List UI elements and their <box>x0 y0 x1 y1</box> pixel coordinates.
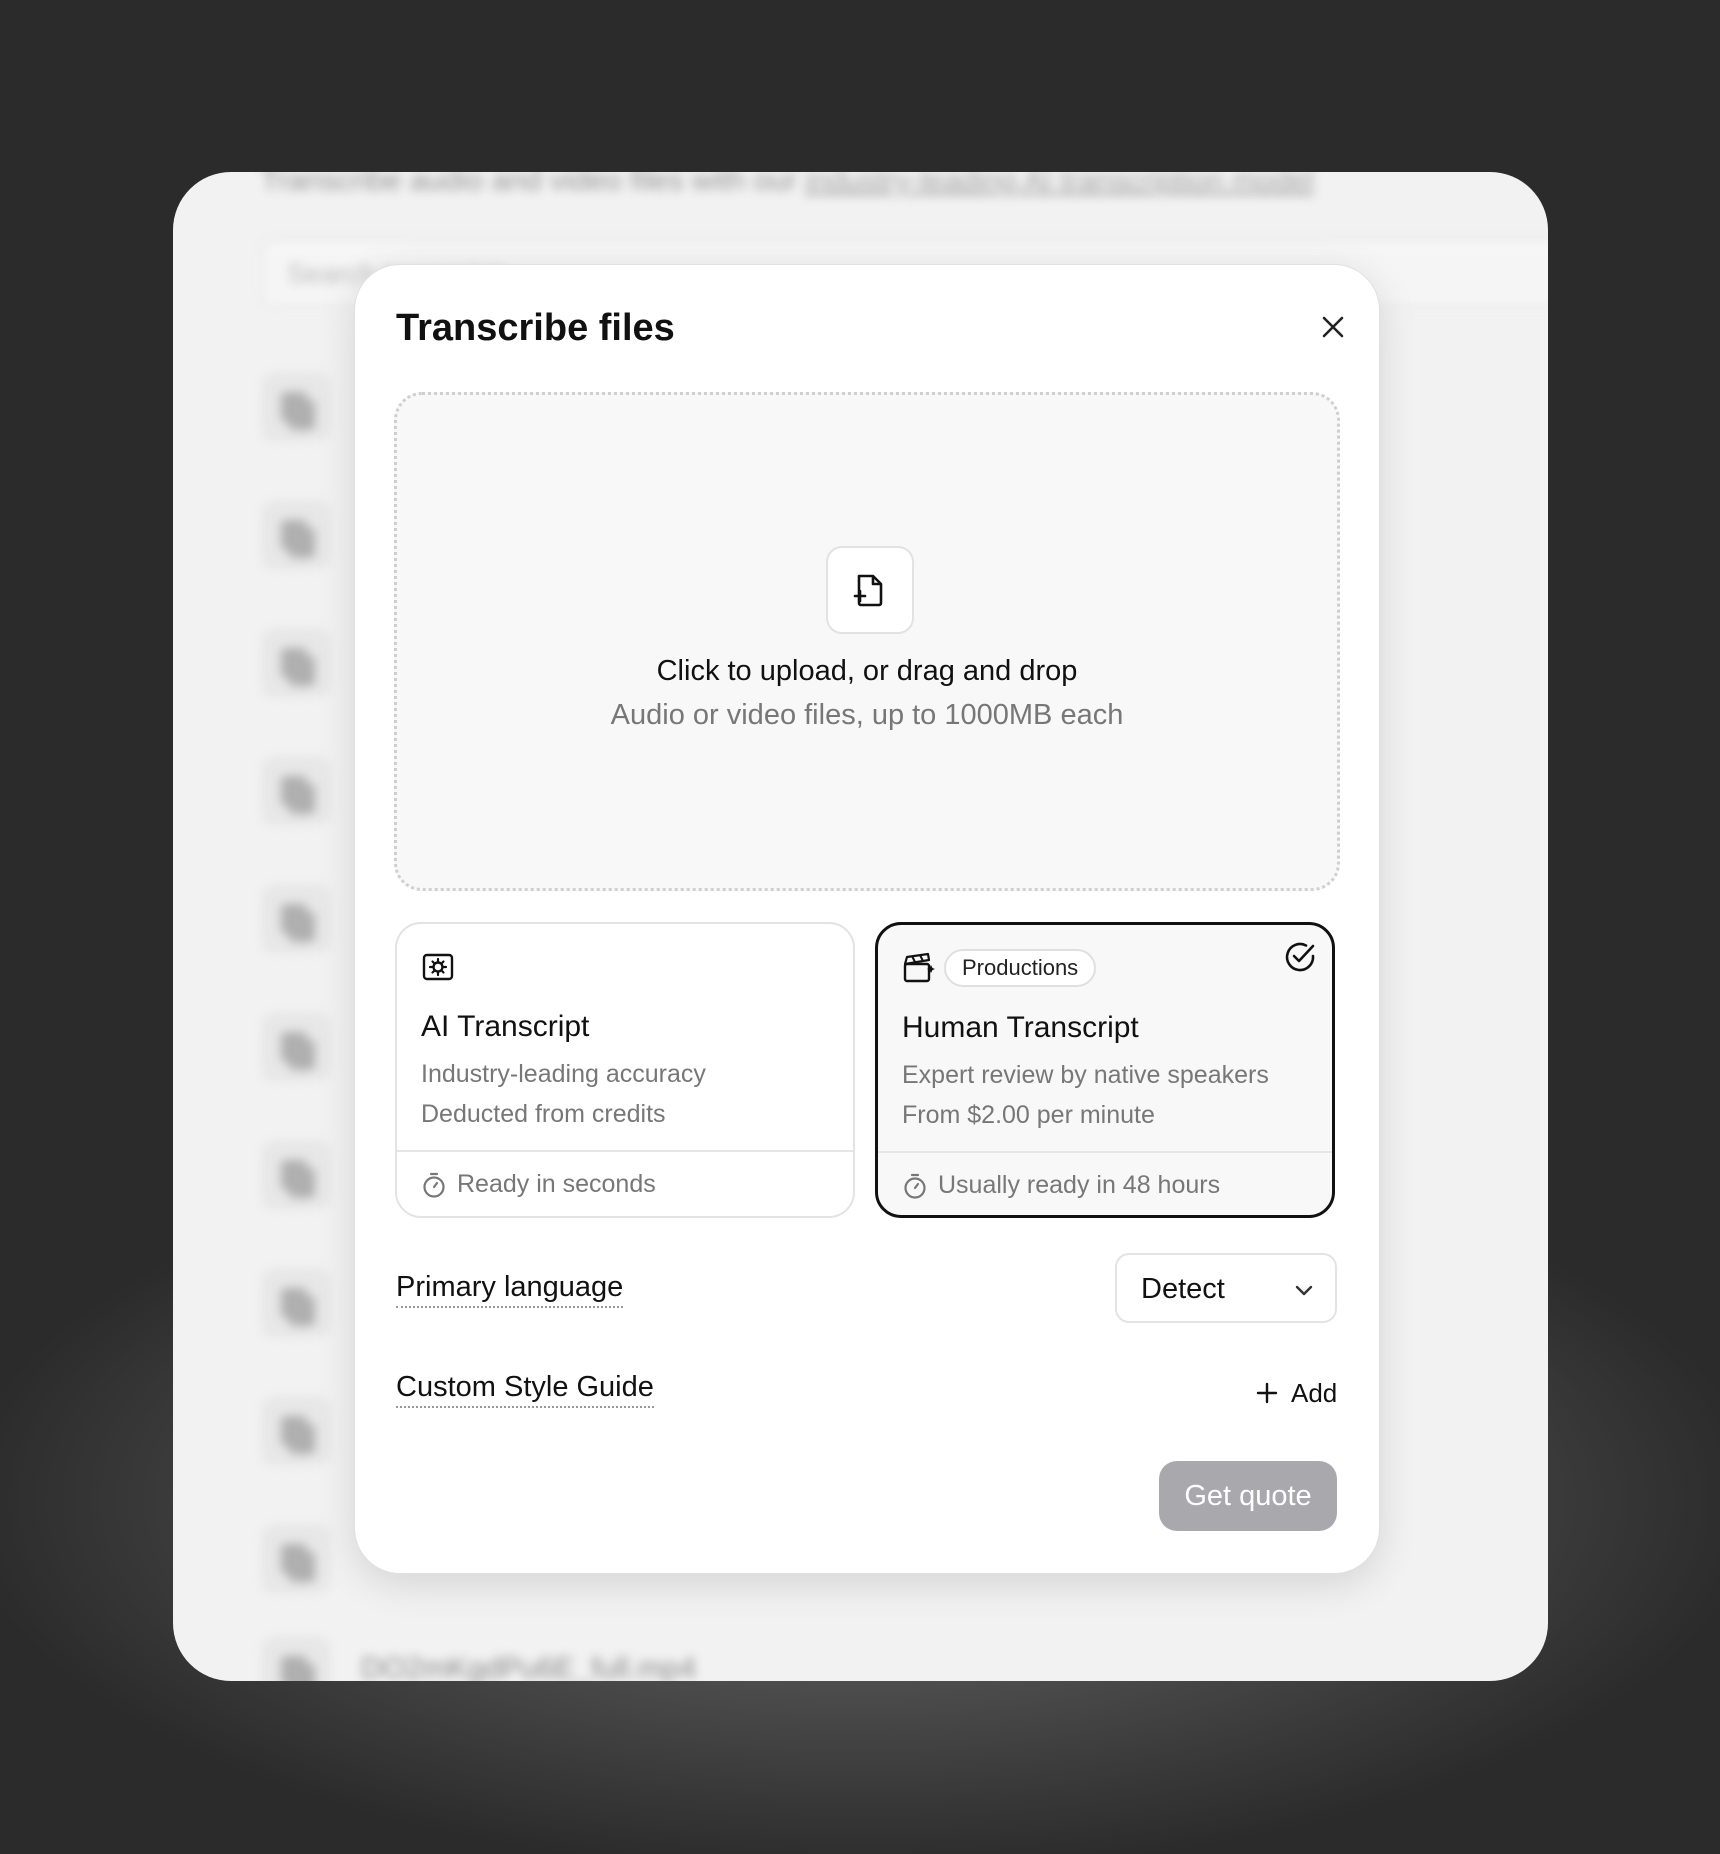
add-style-guide-button[interactable]: Add <box>1255 1373 1337 1413</box>
ai-option-accuracy: Industry-leading accuracy <box>421 1060 706 1088</box>
file-thumbnail-icon <box>261 1268 331 1338</box>
selected-check-icon <box>1285 942 1315 972</box>
option-divider <box>397 1150 853 1152</box>
modal-title: Transcribe files <box>396 307 675 349</box>
background-intro-text: Transcribe audio and video files with ou… <box>261 172 797 197</box>
close-button[interactable] <box>1311 305 1355 349</box>
file-thumbnail-icon <box>261 1396 331 1466</box>
primary-language-value: Detect <box>1141 1273 1225 1305</box>
primary-language-label[interactable]: Primary language <box>396 1271 624 1308</box>
file-thumbnail-icon <box>261 1140 331 1210</box>
file-thumbnail-icon <box>261 1636 331 1681</box>
ai-option-billing: Deducted from credits <box>421 1100 666 1128</box>
background-intro-link: industry-leading AI transcription model <box>805 172 1314 197</box>
close-icon <box>1322 316 1344 338</box>
ai-chip-icon <box>422 953 454 981</box>
file-thumbnail-icon <box>261 372 331 442</box>
ai-option-title: AI Transcript <box>421 1010 590 1043</box>
stopwatch-icon <box>423 1172 445 1198</box>
add-style-guide-label: Add <box>1291 1377 1338 1408</box>
human-option-footer: Usually ready in 48 hours <box>902 1171 1220 1200</box>
file-thumbnail-icon <box>261 500 331 570</box>
primary-language-select[interactable]: Detect <box>1115 1253 1337 1323</box>
productions-badge: Productions <box>944 949 1097 987</box>
get-quote-button[interactable]: Get quote <box>1159 1461 1337 1531</box>
option-divider <box>878 1151 1332 1153</box>
chevron-down-icon <box>1295 1285 1313 1296</box>
ai-transcript-option[interactable]: AI Transcript Industry-leading accuracy … <box>395 922 855 1218</box>
human-option-eta: Usually ready in 48 hours <box>938 1171 1221 1199</box>
file-thumbnail-icon <box>261 756 331 826</box>
file-thumbnail-icon <box>261 628 331 698</box>
dropzone-title: Click to upload, or drag and drop <box>656 655 1078 687</box>
dropzone-subtitle: Audio or video files, up to 1000MB each <box>610 699 1124 731</box>
background-filename: DO2mKgdPu6E_full.mp4 <box>361 1652 697 1681</box>
human-option-title: Human Transcript <box>902 1011 1139 1044</box>
clapperboard-icon <box>903 952 935 983</box>
human-option-review: Expert review by native speakers <box>902 1061 1269 1089</box>
ai-option-eta: Ready in seconds <box>457 1170 656 1198</box>
human-transcript-option[interactable]: Productions Human Transcript Expert revi… <box>875 922 1335 1218</box>
ai-option-footer: Ready in seconds <box>421 1170 656 1199</box>
style-guide-label[interactable]: Custom Style Guide <box>396 1371 654 1408</box>
file-thumbnail-icon <box>261 884 331 954</box>
background-intro: Transcribe audio and video files with ou… <box>261 172 1314 198</box>
stopwatch-icon <box>904 1173 926 1199</box>
plus-icon <box>1256 1382 1278 1404</box>
file-thumbnail-icon <box>261 1012 331 1082</box>
file-thumbnail-icon <box>261 1524 331 1594</box>
background-list-item: DO2mKgdPu6E_full.mp4 <box>261 1636 1511 1681</box>
human-option-price: From $2.00 per minute <box>902 1101 1155 1129</box>
upload-icon-box <box>826 546 914 634</box>
transcribe-files-modal: Transcribe files Click to upload, or dra… <box>354 264 1380 1574</box>
upload-dropzone[interactable]: Click to upload, or drag and drop Audio … <box>394 392 1340 891</box>
file-plus-icon <box>853 574 883 607</box>
